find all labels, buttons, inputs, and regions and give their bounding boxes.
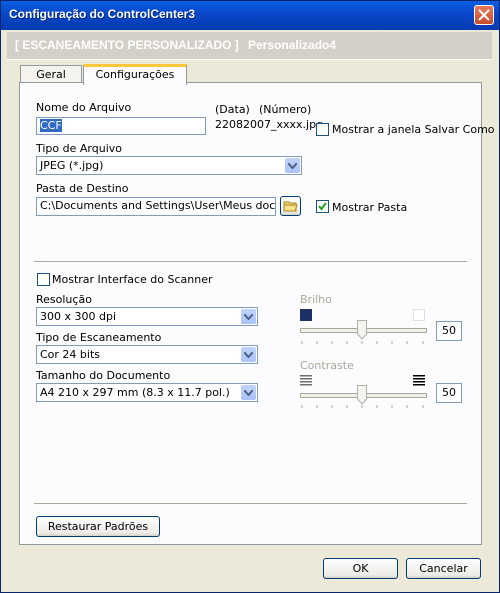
destination-value: C:\Documents and Settings\User\Meus docu… xyxy=(40,199,276,212)
close-icon xyxy=(478,9,490,21)
doc-size-label: Tamanho do Documento xyxy=(36,369,171,382)
doc-size-select[interactable]: A4 210 x 297 mm (8.3 x 11.7 pol.) xyxy=(36,383,258,402)
file-name-label: Nome do Arquivo xyxy=(36,101,132,114)
resolution-select[interactable]: 300 x 300 dpi xyxy=(36,307,258,326)
chevron-down-icon xyxy=(241,347,256,362)
contrast-value[interactable]: 50 xyxy=(436,383,462,403)
title-bar: Configuração do ControlCenter3 xyxy=(1,1,499,30)
file-type-select[interactable]: JPEG (*.jpg) xyxy=(36,156,302,175)
cancel-button[interactable]: Cancelar xyxy=(406,558,481,579)
low-contrast-icon xyxy=(300,375,312,386)
scan-type-select[interactable]: Cor 24 bits xyxy=(36,345,258,364)
resolution-value: 300 x 300 dpi xyxy=(40,310,117,323)
brightness-label: Brilho xyxy=(300,293,332,306)
scan-type-label: Tipo de Escaneamento xyxy=(36,331,162,344)
folder-icon xyxy=(283,201,298,212)
file-name-value: CCF xyxy=(40,119,62,132)
separator xyxy=(34,503,467,505)
show-scanner-interface-checkbox[interactable] xyxy=(37,273,50,286)
show-folder-checkbox[interactable] xyxy=(316,200,329,213)
scan-type-value: Cor 24 bits xyxy=(40,348,101,361)
resolution-label: Resolução xyxy=(36,293,92,306)
brightness-ticks xyxy=(301,341,424,344)
chevron-down-icon xyxy=(241,385,256,400)
file-type-value: JPEG (*.jpg) xyxy=(40,159,104,172)
close-button[interactable] xyxy=(474,5,494,25)
tab-configuracoes[interactable]: Configurações xyxy=(83,64,187,85)
mode-title: [ ESCANEAMENTO PERSONALIZADO ] xyxy=(15,38,239,52)
contrast-ticks xyxy=(301,405,424,408)
ok-button[interactable]: OK xyxy=(323,558,398,579)
doc-size-value: A4 210 x 297 mm (8.3 x 11.7 pol.) xyxy=(40,386,230,399)
date-label: (Data) xyxy=(215,103,250,116)
number-label: (Número) xyxy=(259,103,312,116)
brightness-slider-thumb[interactable] xyxy=(357,320,367,340)
destination-label: Pasta de Destino xyxy=(36,182,129,195)
chevron-down-icon xyxy=(241,309,256,324)
contrast-slider-thumb[interactable] xyxy=(357,385,367,405)
show-save-as-label: Mostrar a janela Salvar Como xyxy=(332,123,495,136)
restore-defaults-button[interactable]: Restaurar Padrões xyxy=(36,516,160,537)
tab-panel: Nome do Arquivo (Data) (Número) CCF 2208… xyxy=(19,82,495,545)
high-contrast-icon xyxy=(413,375,425,386)
show-save-as-checkbox[interactable] xyxy=(316,123,329,136)
brightness-value[interactable]: 50 xyxy=(436,321,462,341)
contrast-label: Contraste xyxy=(300,359,354,372)
profile-name: Personalizado4 xyxy=(248,38,337,52)
mode-header: [ ESCANEAMENTO PERSONALIZADO ] Personali… xyxy=(7,32,492,60)
destination-input[interactable]: C:\Documents and Settings\User\Meus docu… xyxy=(36,197,276,216)
chevron-down-icon xyxy=(285,158,300,173)
show-scanner-interface-label: Mostrar Interface do Scanner xyxy=(52,273,213,286)
dark-square-icon xyxy=(300,309,312,321)
file-type-label: Tipo de Arquivo xyxy=(36,142,122,155)
separator xyxy=(34,261,467,263)
show-folder-label: Mostrar Pasta xyxy=(332,201,408,214)
sample-file-name: 22082007_xxxx.jpg xyxy=(215,118,324,131)
browse-folder-button[interactable] xyxy=(280,196,301,216)
dialog-window: Configuração do ControlCenter3 [ ESCANEA… xyxy=(0,0,500,593)
file-name-input[interactable]: CCF xyxy=(36,117,206,135)
window-title: Configuração do ControlCenter3 xyxy=(9,7,196,21)
light-square-icon xyxy=(413,309,425,321)
checkmark-icon xyxy=(318,202,327,211)
